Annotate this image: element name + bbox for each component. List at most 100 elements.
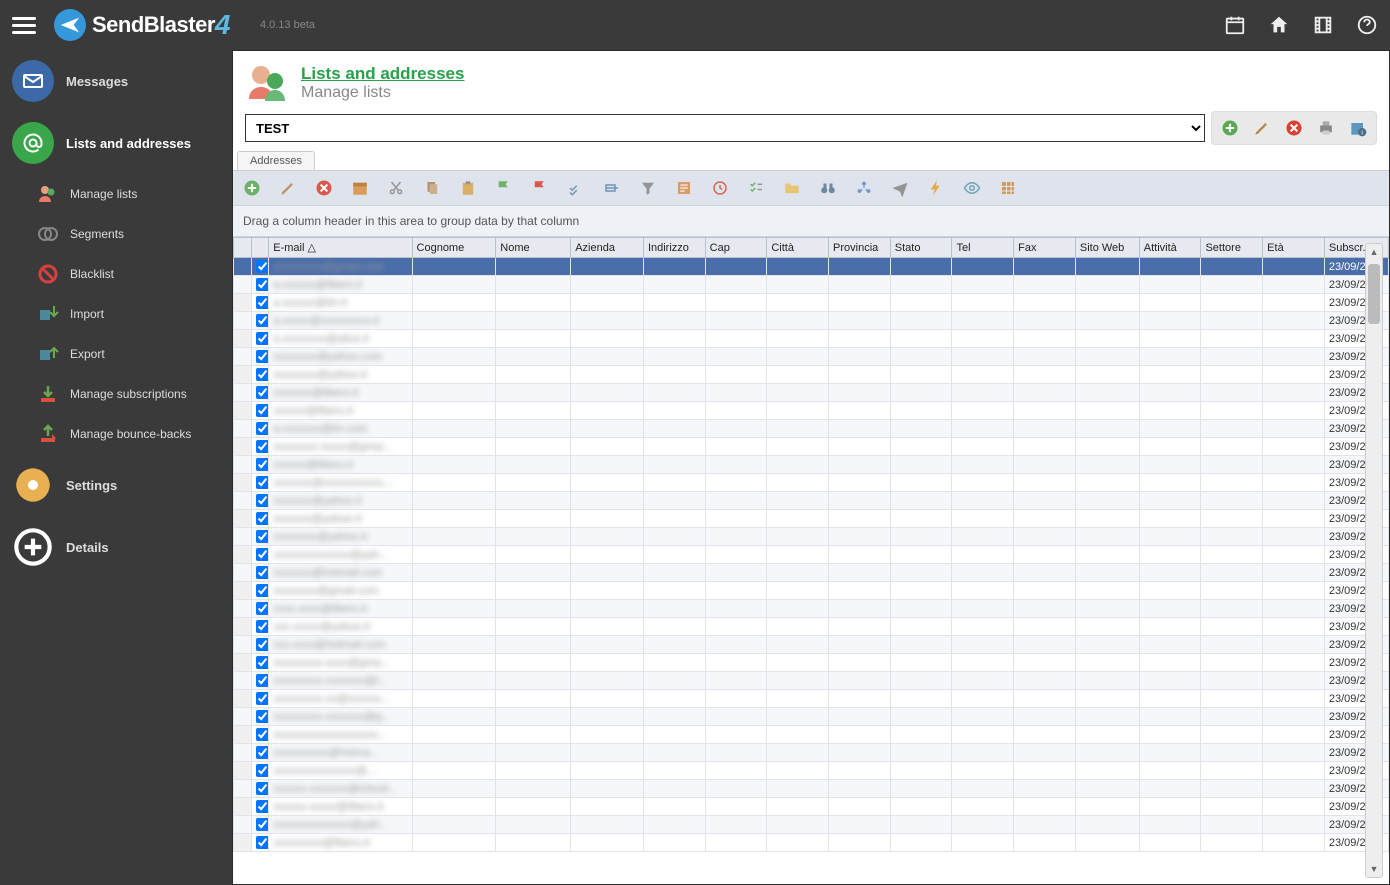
cell-sitoweb[interactable]: [1075, 438, 1139, 456]
cell-attivita[interactable]: [1139, 600, 1201, 618]
cell-indirizzo[interactable]: [643, 456, 705, 474]
table-row[interactable]: xxxxxxx@hotmail.com23/09/20...: [234, 564, 1389, 582]
cell-provincia[interactable]: [829, 420, 891, 438]
cell-cognome[interactable]: [412, 420, 496, 438]
cell-attivita[interactable]: [1139, 528, 1201, 546]
table-row[interactable]: a.xxxxx@xxxxxxxxx.it23/09/20...: [234, 312, 1389, 330]
cell-indirizzo[interactable]: [643, 384, 705, 402]
cell-nome[interactable]: [496, 834, 571, 852]
cell-provincia[interactable]: [829, 636, 891, 654]
cell-fax[interactable]: [1014, 348, 1076, 366]
cell-cap[interactable]: [705, 564, 767, 582]
scroll-down-icon[interactable]: ▼: [1366, 861, 1382, 877]
cell-email[interactable]: xxxxxxxxxxxxxx@yah...: [269, 816, 412, 834]
cell-cognome[interactable]: [412, 546, 496, 564]
cell-stato[interactable]: [890, 366, 952, 384]
cell-tel[interactable]: [952, 312, 1014, 330]
cell-settore[interactable]: [1201, 834, 1263, 852]
cell-provincia[interactable]: [829, 582, 891, 600]
cell-sitoweb[interactable]: [1075, 474, 1139, 492]
cell-eta[interactable]: [1263, 456, 1325, 474]
cell-stato[interactable]: [890, 564, 952, 582]
cell-stato[interactable]: [890, 402, 952, 420]
cell-eta[interactable]: [1263, 816, 1325, 834]
cell-tel[interactable]: [952, 492, 1014, 510]
cell-stato[interactable]: [890, 384, 952, 402]
col-provincia[interactable]: Provincia: [829, 238, 891, 258]
cell-stato[interactable]: [890, 618, 952, 636]
cell-eta[interactable]: [1263, 690, 1325, 708]
cell-settore[interactable]: [1201, 672, 1263, 690]
row-checkbox-cell[interactable]: [251, 654, 269, 672]
cell-attivita[interactable]: [1139, 726, 1201, 744]
cell-cognome[interactable]: [412, 672, 496, 690]
cell-nome[interactable]: [496, 528, 571, 546]
cell-azienda[interactable]: [571, 366, 644, 384]
list-delete-button[interactable]: [1281, 115, 1307, 141]
cell-sitoweb[interactable]: [1075, 636, 1139, 654]
cell-tel[interactable]: [952, 690, 1014, 708]
cell-cognome[interactable]: [412, 312, 496, 330]
cell-nome[interactable]: [496, 258, 571, 276]
cell-attivita[interactable]: [1139, 330, 1201, 348]
cell-email[interactable]: xxxxxxxxx@gmail.com: [269, 258, 412, 276]
cell-citta[interactable]: [767, 780, 829, 798]
cell-cognome[interactable]: [412, 276, 496, 294]
cell-nome[interactable]: [496, 510, 571, 528]
cell-provincia[interactable]: [829, 834, 891, 852]
cell-tel[interactable]: [952, 510, 1014, 528]
col-fax[interactable]: Fax: [1014, 238, 1076, 258]
cell-settore[interactable]: [1201, 798, 1263, 816]
cell-nome[interactable]: [496, 816, 571, 834]
cell-email[interactable]: xxxxxxxx@yahoo.com: [269, 348, 412, 366]
cell-attivita[interactable]: [1139, 402, 1201, 420]
cell-stato[interactable]: [890, 276, 952, 294]
cell-azienda[interactable]: [571, 762, 644, 780]
cell-email[interactable]: xxxxxxxxxxxxxx@yah...: [269, 546, 412, 564]
cell-cap[interactable]: [705, 780, 767, 798]
cell-tel[interactable]: [952, 726, 1014, 744]
cell-attivita[interactable]: [1139, 510, 1201, 528]
cell-azienda[interactable]: [571, 330, 644, 348]
cell-email[interactable]: xxxxxxxx@yahoo.it: [269, 528, 412, 546]
table-row[interactable]: xxxxxxx@libero.it23/09/20...: [234, 384, 1389, 402]
cell-nome[interactable]: [496, 654, 571, 672]
row-checkbox-cell[interactable]: [251, 492, 269, 510]
cell-citta[interactable]: [767, 816, 829, 834]
cell-eta[interactable]: [1263, 258, 1325, 276]
sidebar-item-manage-subs[interactable]: Manage subscriptions: [0, 374, 232, 414]
col-cap[interactable]: Cap: [705, 238, 767, 258]
cell-citta[interactable]: [767, 834, 829, 852]
cell-attivita[interactable]: [1139, 780, 1201, 798]
cell-settore[interactable]: [1201, 456, 1263, 474]
row-checkbox[interactable]: [256, 638, 269, 651]
row-checkbox-cell[interactable]: [251, 798, 269, 816]
tb-binoculars-button[interactable]: [817, 177, 839, 199]
cell-attivita[interactable]: [1139, 834, 1201, 852]
cell-tel[interactable]: [952, 708, 1014, 726]
row-checkbox[interactable]: [256, 692, 269, 705]
cell-eta[interactable]: [1263, 600, 1325, 618]
cell-cognome[interactable]: [412, 708, 496, 726]
cell-fax[interactable]: [1014, 618, 1076, 636]
cell-indirizzo[interactable]: [643, 654, 705, 672]
cell-fax[interactable]: [1014, 816, 1076, 834]
cell-stato[interactable]: [890, 510, 952, 528]
tb-flag-green-button[interactable]: [493, 177, 515, 199]
cell-settore[interactable]: [1201, 636, 1263, 654]
list-dropdown[interactable]: TEST: [245, 114, 1205, 142]
row-checkbox[interactable]: [256, 494, 269, 507]
row-checkbox[interactable]: [256, 656, 269, 669]
row-checkbox[interactable]: [256, 260, 269, 273]
cell-indirizzo[interactable]: [643, 492, 705, 510]
cell-cap[interactable]: [705, 330, 767, 348]
cell-citta[interactable]: [767, 600, 829, 618]
cell-sitoweb[interactable]: [1075, 294, 1139, 312]
cell-cognome[interactable]: [412, 294, 496, 312]
cell-sitoweb[interactable]: [1075, 510, 1139, 528]
cell-azienda[interactable]: [571, 816, 644, 834]
cell-cognome[interactable]: [412, 726, 496, 744]
hamburger-menu[interactable]: [12, 13, 36, 37]
cell-settore[interactable]: [1201, 690, 1263, 708]
cell-tel[interactable]: [952, 582, 1014, 600]
